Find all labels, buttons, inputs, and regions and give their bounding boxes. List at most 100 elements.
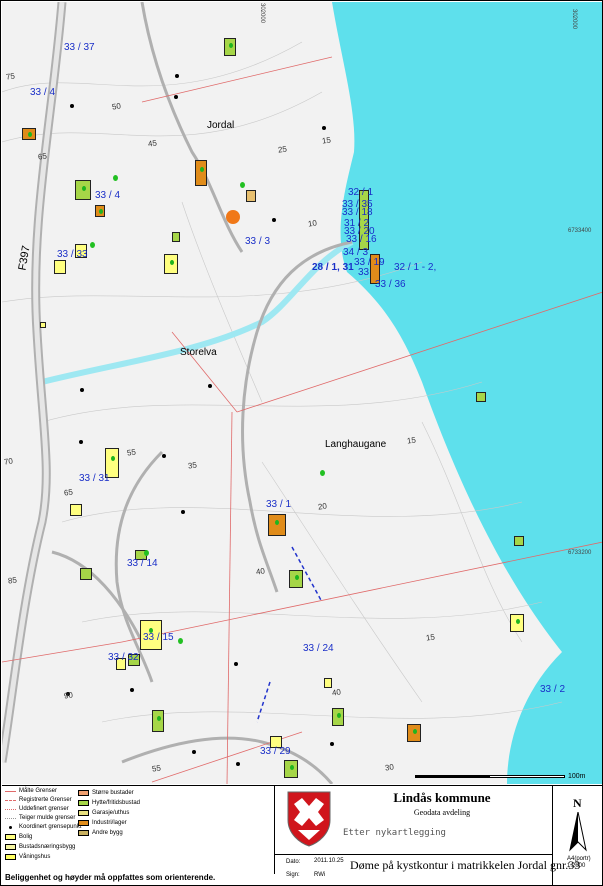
contour-label: 70 (3, 456, 14, 467)
parcel-label[interactable]: 33 / 2 (540, 685, 565, 695)
building[interactable] (289, 570, 303, 588)
contour-label: 90 (63, 690, 74, 701)
map-base-graphics (2, 2, 602, 784)
parcel-label[interactable]: 33 / 3 (245, 237, 270, 247)
legend: Målte Grenser Registrerte Grenser Uddefi… (2, 786, 275, 882)
place-name: Jordal (207, 120, 235, 131)
north-letter: N (573, 796, 582, 810)
municipality-name: Lindås kommune (393, 790, 491, 805)
survey-point (208, 384, 212, 388)
building[interactable] (224, 38, 236, 56)
parcel-label[interactable]: 33 / 4 (95, 191, 120, 201)
building[interactable] (324, 678, 332, 688)
contour-label: 15 (321, 135, 332, 146)
building[interactable] (95, 205, 105, 217)
building[interactable] (510, 614, 524, 632)
parcel-label[interactable]: 33 / 15 (143, 633, 174, 643)
tree-symbol (240, 182, 245, 188)
parcel-label[interactable]: 33 / 4 (30, 88, 55, 98)
building[interactable] (80, 568, 92, 580)
parcel-label[interactable]: 28 / 1, 31 (312, 263, 354, 273)
legend-item: Bolig (5, 834, 32, 840)
contour-label: 75 (5, 71, 16, 82)
legend-item: Uddefinert grenser (5, 806, 69, 812)
legend-item: Registrerte Grenser (5, 797, 72, 803)
coordinate-label: 6733400 (568, 228, 592, 234)
building[interactable] (246, 190, 256, 202)
legend-item: Teiger mulde grenser (5, 815, 75, 821)
contour-label: 65 (63, 487, 74, 498)
building[interactable] (70, 504, 82, 516)
tree-symbol (113, 175, 118, 181)
legend-item: Koordinert grensepunkt (5, 824, 81, 830)
contour-label: 40 (255, 566, 266, 577)
parcel-label[interactable]: 33 / 18 (342, 208, 373, 218)
survey-point (162, 454, 166, 458)
scale-bar (415, 775, 565, 781)
municipality-crest-icon (287, 791, 331, 847)
legend-item: Industri/lager (78, 820, 127, 826)
parcel-label[interactable]: 33 / 37 (64, 43, 95, 53)
parcel-label[interactable]: 33 (358, 268, 369, 278)
contour-label: 55 (151, 763, 162, 774)
survey-point (192, 750, 196, 754)
coordinate-label: 6733200 (568, 550, 592, 556)
legend-item: Våningshus (5, 854, 50, 860)
building[interactable] (54, 260, 66, 274)
building[interactable] (332, 708, 344, 726)
building[interactable] (75, 180, 91, 200)
building[interactable] (407, 724, 421, 742)
contour-label: 50 (111, 101, 122, 112)
tree-symbol (144, 550, 149, 556)
contour-label: 25 (277, 144, 288, 155)
orange-marker[interactable] (226, 210, 240, 224)
building[interactable] (195, 160, 207, 186)
contour-label: 15 (425, 632, 436, 643)
building[interactable] (172, 232, 180, 242)
contour-label: 40 (331, 687, 342, 698)
map-area[interactable]: 33 / 37 33 / 4 33 / 4 33 / 33 33 / 3 28 … (2, 2, 602, 784)
survey-point (80, 388, 84, 392)
contour-label: 65 (37, 151, 48, 162)
survey-point (234, 662, 238, 666)
survey-point (322, 126, 326, 130)
footer-panel: Målte Grenser Registrerte Grenser Uddefi… (2, 785, 602, 885)
contour-label: 15 (406, 435, 417, 446)
building[interactable] (476, 392, 486, 402)
date-value: 2011.10.25 (314, 858, 344, 864)
contour-label: 55 (126, 447, 137, 458)
legend-item: Målte Grenser (5, 788, 57, 794)
parcel-label[interactable]: 33 / 14 (127, 559, 158, 569)
building[interactable] (284, 760, 298, 778)
survey-point (330, 742, 334, 746)
building[interactable] (22, 128, 36, 140)
parcel-label[interactable]: 33 / 33 (57, 250, 88, 260)
survey-point (181, 510, 185, 514)
building[interactable] (514, 536, 524, 546)
survey-point (236, 762, 240, 766)
parcel-label[interactable]: 32 / 1 (348, 188, 373, 198)
parcel-label[interactable]: 33 / 36 (375, 280, 406, 290)
contour-label: 30 (384, 762, 395, 773)
contour-label: 35 (187, 460, 198, 471)
parcel-label[interactable]: 33 / 16 (346, 235, 377, 245)
parcel-label[interactable]: 33 / 24 (303, 644, 334, 654)
parcel-label[interactable]: 33 / 31 (79, 474, 110, 484)
municipality-block: Lindås kommune Geodata avdeling (342, 790, 542, 817)
building[interactable] (164, 254, 178, 274)
survey-point (130, 688, 134, 692)
survey-point (272, 218, 276, 222)
disclaimer-text: Beliggenhet og høyder må oppfattes som o… (5, 873, 216, 882)
parcel-label[interactable]: 33 / 32 (108, 653, 139, 663)
tree-symbol (320, 470, 325, 476)
legend-item: Hytte/fritidsbustad (78, 800, 140, 806)
parcel-label[interactable]: 33 / 29 (260, 747, 291, 757)
parcel-label[interactable]: 33 / 1 (266, 500, 291, 510)
date-label: Dato: (286, 859, 301, 865)
parcel-label[interactable]: 32 / 1 - 2, (394, 263, 436, 273)
sign-label: Sign: (286, 872, 300, 878)
building[interactable] (152, 710, 164, 732)
building[interactable] (40, 322, 46, 328)
building[interactable] (268, 514, 286, 536)
coordinate-label: 302000 (259, 2, 266, 24)
